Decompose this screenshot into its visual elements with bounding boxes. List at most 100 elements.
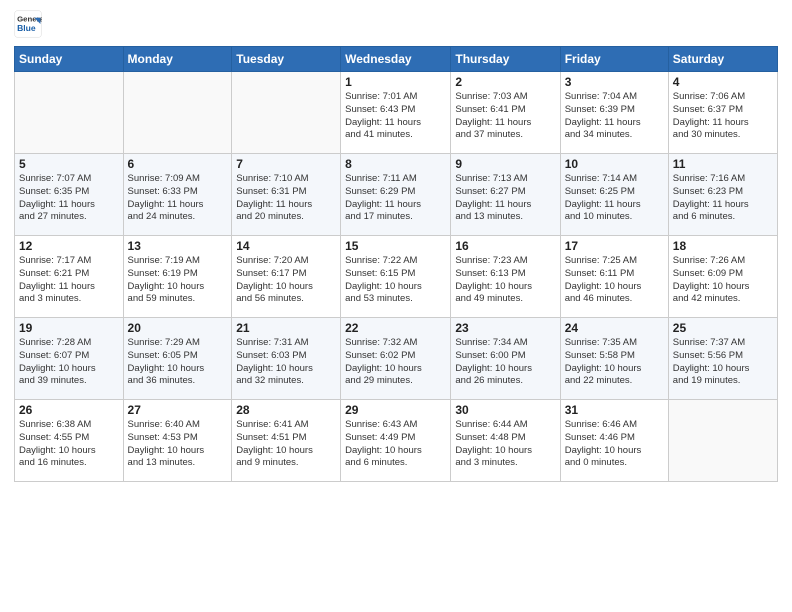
calendar-cell: 26 Sunrise: 6:38 AM Sunset: 4:55 PM Dayli… bbox=[15, 400, 124, 482]
calendar-cell: 19 Sunrise: 7:28 AM Sunset: 6:07 PM Dayli… bbox=[15, 318, 124, 400]
calendar-table: SundayMondayTuesdayWednesdayThursdayFrid… bbox=[14, 46, 778, 482]
day-number: 19 bbox=[19, 321, 119, 335]
day-info: Sunrise: 7:07 AM Sunset: 6:35 PM Dayligh… bbox=[19, 173, 119, 224]
calendar-cell: 4 Sunrise: 7:06 AM Sunset: 6:37 PM Daylig… bbox=[668, 72, 777, 154]
day-number: 10 bbox=[565, 157, 664, 171]
day-info: Sunrise: 7:13 AM Sunset: 6:27 PM Dayligh… bbox=[455, 173, 555, 224]
weekday-header-wednesday: Wednesday bbox=[341, 47, 451, 72]
day-number: 1 bbox=[345, 75, 446, 89]
day-number: 15 bbox=[345, 239, 446, 253]
day-number: 11 bbox=[673, 157, 773, 171]
day-number: 21 bbox=[236, 321, 336, 335]
day-info: Sunrise: 7:06 AM Sunset: 6:37 PM Dayligh… bbox=[673, 91, 773, 142]
day-number: 29 bbox=[345, 403, 446, 417]
day-number: 17 bbox=[565, 239, 664, 253]
logo-icon: General Blue bbox=[14, 10, 42, 38]
calendar-cell: 31Sunrise: 6:46 AM Sunset: 4:46 PM Dayli… bbox=[560, 400, 668, 482]
day-info: Sunrise: 7:35 AM Sunset: 5:58 PM Dayligh… bbox=[565, 337, 664, 388]
calendar-cell: 20 Sunrise: 7:29 AM Sunset: 6:05 PM Dayli… bbox=[123, 318, 232, 400]
logo: General Blue bbox=[14, 10, 42, 38]
day-number: 7 bbox=[236, 157, 336, 171]
week-row-4: 19 Sunrise: 7:28 AM Sunset: 6:07 PM Dayli… bbox=[15, 318, 778, 400]
week-row-1: 1Sunrise: 7:01 AM Sunset: 6:43 PM Daylig… bbox=[15, 72, 778, 154]
day-number: 28 bbox=[236, 403, 336, 417]
day-number: 12 bbox=[19, 239, 119, 253]
day-number: 24 bbox=[565, 321, 664, 335]
week-row-5: 26 Sunrise: 6:38 AM Sunset: 4:55 PM Dayli… bbox=[15, 400, 778, 482]
day-number: 6 bbox=[128, 157, 228, 171]
calendar-cell: 10 Sunrise: 7:14 AM Sunset: 6:25 PM Dayli… bbox=[560, 154, 668, 236]
week-row-3: 12 Sunrise: 7:17 AM Sunset: 6:21 PM Dayli… bbox=[15, 236, 778, 318]
day-number: 3 bbox=[565, 75, 664, 89]
day-number: 16 bbox=[455, 239, 555, 253]
day-info: Sunrise: 6:40 AM Sunset: 4:53 PM Dayligh… bbox=[128, 419, 228, 470]
day-info: Sunrise: 7:20 AM Sunset: 6:17 PM Dayligh… bbox=[236, 255, 336, 306]
calendar-cell: 18 Sunrise: 7:26 AM Sunset: 6:09 PM Dayli… bbox=[668, 236, 777, 318]
calendar-cell bbox=[15, 72, 124, 154]
day-info: Sunrise: 7:04 AM Sunset: 6:39 PM Dayligh… bbox=[565, 91, 664, 142]
day-info: Sunrise: 7:10 AM Sunset: 6:31 PM Dayligh… bbox=[236, 173, 336, 224]
weekday-header-monday: Monday bbox=[123, 47, 232, 72]
calendar-cell: 2 Sunrise: 7:03 AM Sunset: 6:41 PM Daylig… bbox=[451, 72, 560, 154]
calendar-cell: 27 Sunrise: 6:40 AM Sunset: 4:53 PM Dayli… bbox=[123, 400, 232, 482]
day-info: Sunrise: 7:29 AM Sunset: 6:05 PM Dayligh… bbox=[128, 337, 228, 388]
day-number: 4 bbox=[673, 75, 773, 89]
day-number: 26 bbox=[19, 403, 119, 417]
calendar-cell: 28 Sunrise: 6:41 AM Sunset: 4:51 PM Dayli… bbox=[232, 400, 341, 482]
day-number: 30 bbox=[455, 403, 555, 417]
calendar-cell: 29 Sunrise: 6:43 AM Sunset: 4:49 PM Dayli… bbox=[341, 400, 451, 482]
calendar-cell: 25 Sunrise: 7:37 AM Sunset: 5:56 PM Dayli… bbox=[668, 318, 777, 400]
day-info: Sunrise: 6:44 AM Sunset: 4:48 PM Dayligh… bbox=[455, 419, 555, 470]
day-info: Sunrise: 7:28 AM Sunset: 6:07 PM Dayligh… bbox=[19, 337, 119, 388]
day-info: Sunrise: 7:03 AM Sunset: 6:41 PM Dayligh… bbox=[455, 91, 555, 142]
week-row-2: 5 Sunrise: 7:07 AM Sunset: 6:35 PM Daylig… bbox=[15, 154, 778, 236]
day-info: Sunrise: 6:41 AM Sunset: 4:51 PM Dayligh… bbox=[236, 419, 336, 470]
calendar-cell: 14Sunrise: 7:20 AM Sunset: 6:17 PM Dayli… bbox=[232, 236, 341, 318]
day-info: Sunrise: 7:37 AM Sunset: 5:56 PM Dayligh… bbox=[673, 337, 773, 388]
weekday-header-tuesday: Tuesday bbox=[232, 47, 341, 72]
svg-text:Blue: Blue bbox=[17, 23, 36, 33]
day-info: Sunrise: 6:38 AM Sunset: 4:55 PM Dayligh… bbox=[19, 419, 119, 470]
day-info: Sunrise: 7:14 AM Sunset: 6:25 PM Dayligh… bbox=[565, 173, 664, 224]
day-number: 2 bbox=[455, 75, 555, 89]
calendar-cell: 22 Sunrise: 7:32 AM Sunset: 6:02 PM Dayli… bbox=[341, 318, 451, 400]
day-info: Sunrise: 7:34 AM Sunset: 6:00 PM Dayligh… bbox=[455, 337, 555, 388]
calendar-cell: 9Sunrise: 7:13 AM Sunset: 6:27 PM Daylig… bbox=[451, 154, 560, 236]
calendar-cell: 6 Sunrise: 7:09 AM Sunset: 6:33 PM Daylig… bbox=[123, 154, 232, 236]
day-number: 25 bbox=[673, 321, 773, 335]
calendar-cell: 7 Sunrise: 7:10 AM Sunset: 6:31 PM Daylig… bbox=[232, 154, 341, 236]
day-info: Sunrise: 6:43 AM Sunset: 4:49 PM Dayligh… bbox=[345, 419, 446, 470]
day-number: 5 bbox=[19, 157, 119, 171]
day-info: Sunrise: 7:26 AM Sunset: 6:09 PM Dayligh… bbox=[673, 255, 773, 306]
calendar-cell: 21 Sunrise: 7:31 AM Sunset: 6:03 PM Dayli… bbox=[232, 318, 341, 400]
day-number: 27 bbox=[128, 403, 228, 417]
day-number: 18 bbox=[673, 239, 773, 253]
calendar-cell bbox=[668, 400, 777, 482]
day-info: Sunrise: 7:22 AM Sunset: 6:15 PM Dayligh… bbox=[345, 255, 446, 306]
weekday-header-friday: Friday bbox=[560, 47, 668, 72]
day-number: 20 bbox=[128, 321, 228, 335]
day-info: Sunrise: 7:23 AM Sunset: 6:13 PM Dayligh… bbox=[455, 255, 555, 306]
weekday-header-sunday: Sunday bbox=[15, 47, 124, 72]
calendar-cell: 8Sunrise: 7:11 AM Sunset: 6:29 PM Daylig… bbox=[341, 154, 451, 236]
calendar-cell: 11Sunrise: 7:16 AM Sunset: 6:23 PM Dayli… bbox=[668, 154, 777, 236]
day-number: 22 bbox=[345, 321, 446, 335]
day-info: Sunrise: 7:32 AM Sunset: 6:02 PM Dayligh… bbox=[345, 337, 446, 388]
day-info: Sunrise: 7:31 AM Sunset: 6:03 PM Dayligh… bbox=[236, 337, 336, 388]
day-info: Sunrise: 7:25 AM Sunset: 6:11 PM Dayligh… bbox=[565, 255, 664, 306]
day-info: Sunrise: 7:17 AM Sunset: 6:21 PM Dayligh… bbox=[19, 255, 119, 306]
day-number: 13 bbox=[128, 239, 228, 253]
calendar-cell: 13 Sunrise: 7:19 AM Sunset: 6:19 PM Dayli… bbox=[123, 236, 232, 318]
header: General Blue bbox=[14, 10, 778, 38]
day-info: Sunrise: 7:09 AM Sunset: 6:33 PM Dayligh… bbox=[128, 173, 228, 224]
calendar-cell: 23Sunrise: 7:34 AM Sunset: 6:00 PM Dayli… bbox=[451, 318, 560, 400]
day-info: Sunrise: 7:19 AM Sunset: 6:19 PM Dayligh… bbox=[128, 255, 228, 306]
calendar-cell: 1Sunrise: 7:01 AM Sunset: 6:43 PM Daylig… bbox=[341, 72, 451, 154]
weekday-header-thursday: Thursday bbox=[451, 47, 560, 72]
day-info: Sunrise: 7:11 AM Sunset: 6:29 PM Dayligh… bbox=[345, 173, 446, 224]
day-info: Sunrise: 6:46 AM Sunset: 4:46 PM Dayligh… bbox=[565, 419, 664, 470]
calendar-cell: 30 Sunrise: 6:44 AM Sunset: 4:48 PM Dayli… bbox=[451, 400, 560, 482]
calendar-cell: 24 Sunrise: 7:35 AM Sunset: 5:58 PM Dayli… bbox=[560, 318, 668, 400]
calendar-cell bbox=[232, 72, 341, 154]
calendar-cell: 16 Sunrise: 7:23 AM Sunset: 6:13 PM Dayli… bbox=[451, 236, 560, 318]
